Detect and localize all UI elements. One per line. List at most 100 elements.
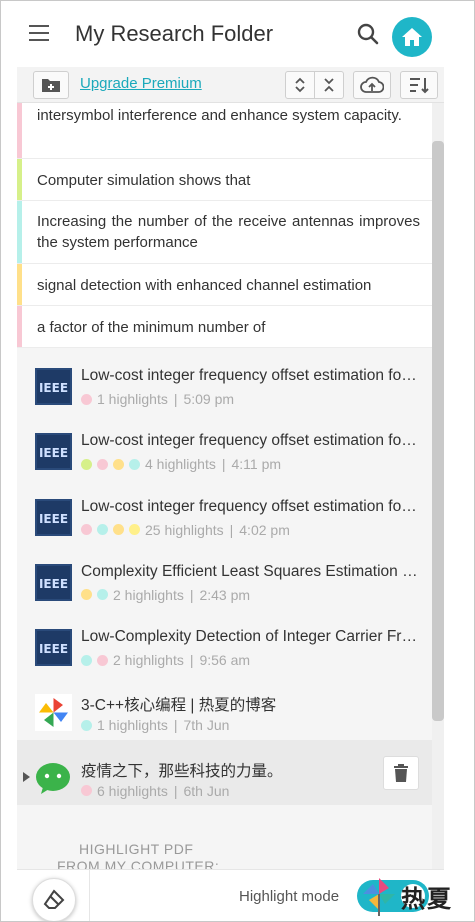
highlight-color-dot [129, 458, 140, 470]
document-meta: 6 highlights | 6th Jun [81, 783, 229, 799]
highlight-item[interactable]: Increasing the number of the receive ant… [17, 201, 432, 264]
window-frame: My Research Folder Upgrade Premium inter… [0, 0, 475, 922]
document-time: 4:11 pm [231, 456, 282, 473]
meta-separator: | [173, 391, 178, 407]
wechat-source-icon [35, 760, 72, 797]
ieee-source-icon: IEEE [35, 563, 72, 601]
highlight-color-bar [17, 201, 22, 263]
eraser-button[interactable] [32, 878, 76, 921]
add-folder-button[interactable] [33, 71, 69, 99]
highlight-text: a factor of the minimum number of [37, 319, 266, 336]
document-title[interactable]: 疫情之下，那些科技的力量。 [81, 759, 421, 781]
highlight-text: Increasing the number of the receive ant… [37, 213, 420, 251]
highlight-color-dot [81, 719, 92, 731]
upload-button[interactable] [353, 71, 391, 99]
highlight-color-bar [17, 159, 22, 200]
highlight-color-dot [81, 785, 92, 797]
search-icon[interactable] [357, 23, 379, 45]
document-title[interactable]: Low-Complexity Detection of Integer Carr… [81, 628, 421, 646]
scrollbar-thumb[interactable] [432, 141, 444, 721]
sort-icon [410, 78, 429, 94]
collapse-icon [324, 78, 334, 92]
document-title[interactable]: Low-cost integer frequency offset estima… [81, 498, 421, 516]
highlight-color-dot [81, 458, 92, 470]
meta-separator: | [221, 456, 226, 473]
highlight-color-dot [81, 524, 92, 536]
highlight-item[interactable]: intersymbol interference and enhance sys… [17, 103, 432, 159]
highlight-color-dot [129, 524, 140, 536]
highlight-count: 2 highlights [113, 586, 184, 603]
document-time: 7th Jun [183, 717, 230, 734]
cloud-upload-icon [360, 76, 384, 93]
watermark-text: 热夏 [401, 883, 453, 913]
highlight-count: 1 highlights [97, 717, 168, 734]
ieee-source-icon: IEEE [35, 433, 72, 471]
highlight-color-dot [81, 589, 92, 601]
highlight-item[interactable]: signal detection with enhanced channel e… [17, 264, 432, 306]
document-row[interactable]: IEEE Complexity Efficient Least Squares E… [17, 544, 432, 609]
upgrade-premium-link[interactable]: Upgrade Premium [80, 75, 202, 92]
highlight-text: intersymbol interference and enhance sys… [37, 107, 402, 124]
document-title[interactable]: Low-cost integer frequency offset estima… [81, 367, 421, 385]
highlight-color-dot [113, 524, 124, 536]
highlight-pdf-cta[interactable]: HIGHLIGHT PDF FROM MY COMPUTER: [17, 841, 432, 869]
document-meta: 1 highlights | 5:09 pm [81, 391, 234, 407]
document-row[interactable]: IEEE Low-cost integer frequency offset es… [17, 479, 432, 544]
eraser-icon [43, 889, 65, 909]
svg-text:IEEE: IEEE [39, 642, 68, 656]
document-meta: 25 highlights | 4:02 pm [81, 522, 290, 538]
document-time: 9:56 am [199, 652, 251, 669]
document-meta: 2 highlights | 9:56 am [81, 652, 250, 668]
document-row[interactable]: IEEE Low-cost integer frequency offset es… [17, 413, 432, 478]
document-row[interactable]: IEEE Low-Complexity Detection of Integer … [17, 609, 432, 674]
delete-button[interactable] [383, 755, 419, 790]
document-meta: 4 highlights | 4:11 pm [81, 456, 281, 472]
sort-button[interactable] [400, 71, 438, 99]
collapse-all-button[interactable] [314, 71, 344, 99]
highlight-count: 2 highlights [113, 652, 184, 669]
content-list: intersymbol interference and enhance sys… [17, 103, 432, 869]
header: My Research Folder [17, 1, 444, 67]
highlight-color-dot [97, 458, 108, 470]
expand-arrow-icon[interactable] [23, 771, 30, 782]
svg-text:IEEE: IEEE [39, 381, 68, 395]
document-title[interactable]: Low-cost integer frequency offset estima… [81, 432, 421, 450]
app-panel: My Research Folder Upgrade Premium inter… [17, 1, 444, 921]
document-row[interactable]: IEEE Low-cost integer frequency offset es… [17, 348, 432, 413]
cta-line-1: HIGHLIGHT PDF [79, 841, 194, 857]
cta-line-2: FROM MY COMPUTER: [57, 858, 220, 869]
document-row[interactable]: 3-C++核心编程 | 热夏的博客 1 highlights | 7th Jun [17, 674, 432, 739]
folder-add-icon [42, 79, 60, 92]
highlight-count: 25 highlights [145, 521, 224, 538]
document-time: 2:43 pm [199, 586, 251, 603]
highlight-item[interactable]: Computer simulation shows that [17, 159, 432, 201]
highlight-item[interactable]: a factor of the minimum number of [17, 306, 432, 348]
home-button[interactable] [392, 17, 432, 57]
highlight-color-dot [81, 393, 92, 405]
scrollbar[interactable] [432, 103, 444, 869]
highlight-color-dot [97, 524, 108, 536]
meta-separator: | [189, 652, 194, 669]
highlight-count: 1 highlights [97, 391, 168, 407]
footer-divider [89, 870, 90, 921]
highlight-color-bar [17, 306, 22, 347]
highlight-count: 4 highlights [145, 456, 216, 473]
expand-all-button[interactable] [285, 71, 315, 99]
meta-separator: | [229, 521, 234, 538]
highlight-count: 6 highlights [97, 782, 168, 799]
meta-separator: | [173, 782, 178, 799]
hamburger-menu-icon[interactable] [29, 25, 49, 43]
document-time: 4:02 pm [239, 521, 290, 538]
ieee-source-icon: IEEE [35, 498, 72, 536]
document-title[interactable]: Complexity Efficient Least Squares Estim… [81, 563, 421, 581]
document-title[interactable]: 3-C++核心编程 | 热夏的博客 [81, 693, 421, 715]
home-icon [402, 28, 422, 46]
document-time: 5:09 pm [183, 391, 235, 407]
highlight-mode-label: Highlight mode [239, 888, 340, 905]
ieee-source-icon: IEEE [35, 629, 72, 667]
document-row[interactable]: 疫情之下，那些科技的力量。 6 highlights | 6th Jun [17, 739, 432, 806]
pinwheel-source-icon [35, 694, 72, 732]
highlight-color-bar [17, 103, 22, 158]
highlight-text: signal detection with enhanced channel e… [37, 277, 372, 294]
document-meta: 1 highlights | 7th Jun [81, 717, 229, 733]
